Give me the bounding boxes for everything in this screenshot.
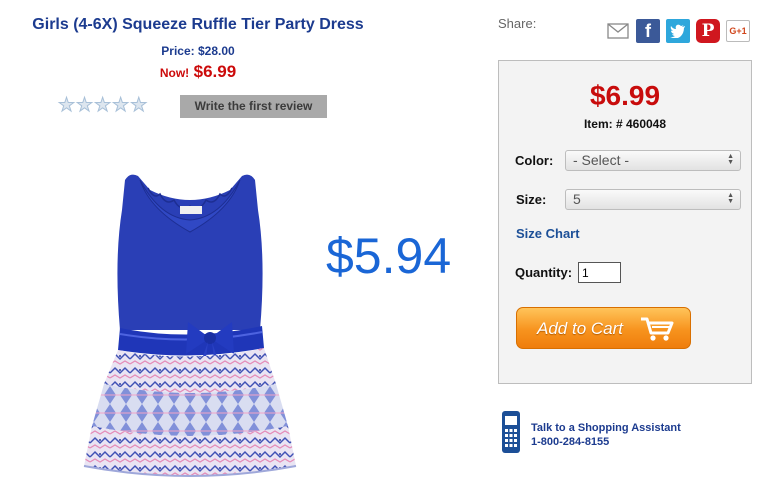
write-review-button[interactable]: Write the first review [180, 95, 327, 118]
rating-stars[interactable]: ★ ★ ★ ★ ★ [57, 95, 148, 116]
price-label: Price: [161, 44, 195, 58]
panel-price: $6.99 [589, 80, 661, 111]
share-label: Share: [498, 16, 537, 31]
product-image[interactable] [70, 170, 310, 486]
assistant-label: Talk to a Shopping Assistant [531, 422, 681, 434]
select-arrows-icon: ▲ ▼ [727, 192, 734, 205]
original-price: Price: $28.00 [0, 44, 396, 58]
select-arrows-icon: ▲ ▼ [727, 153, 734, 166]
twitter-icon[interactable] [666, 19, 690, 43]
add-to-cart-button[interactable]: Add to Cart [516, 307, 691, 349]
mail-icon[interactable] [606, 19, 630, 43]
size-chart-link[interactable]: Size Chart [516, 226, 580, 241]
star-icon[interactable]: ★ [57, 95, 75, 116]
color-select-value: - Select - [573, 152, 630, 168]
phone-icon [502, 411, 520, 453]
now-label: Now! [159, 66, 190, 80]
shopping-assistant[interactable]: Talk to a Shopping Assistant 1-800-284-8… [501, 410, 681, 454]
star-icon[interactable]: ★ [112, 95, 130, 116]
star-icon[interactable]: ★ [94, 95, 112, 116]
add-to-cart-label: Add to Cart [537, 319, 623, 338]
size-select[interactable]: 5 ▲ ▼ [565, 189, 741, 210]
google-plus-icon[interactable]: G+1 [726, 20, 750, 42]
assistant-phone: 1-800-284-8155 [531, 436, 610, 448]
now-value: $6.99 [193, 62, 237, 81]
share-icons: f P G+1 [606, 19, 750, 43]
quantity-input[interactable] [578, 262, 621, 283]
assistant-text: Talk to a Shopping Assistant 1-800-284-8… [531, 421, 681, 454]
pinterest-icon[interactable]: P [696, 19, 720, 43]
item-number: Item: # 460048 [583, 117, 667, 131]
color-label: Color: [515, 153, 554, 168]
facebook-icon[interactable]: f [636, 19, 660, 43]
quantity-label: Quantity: [515, 265, 573, 280]
size-label: Size: [516, 192, 547, 207]
cart-icon [641, 317, 674, 341]
star-icon[interactable]: ★ [76, 95, 94, 116]
price-value: $28.00 [198, 44, 235, 58]
color-select[interactable]: - Select - ▲ ▼ [565, 150, 741, 171]
product-title: Girls (4-6X) Squeeze Ruffle Tier Party D… [32, 16, 364, 33]
overlay-price: $5.94 [326, 228, 452, 284]
size-select-value: 5 [573, 191, 581, 207]
star-icon[interactable]: ★ [130, 95, 148, 116]
sale-price: Now! $6.99 [0, 62, 396, 82]
